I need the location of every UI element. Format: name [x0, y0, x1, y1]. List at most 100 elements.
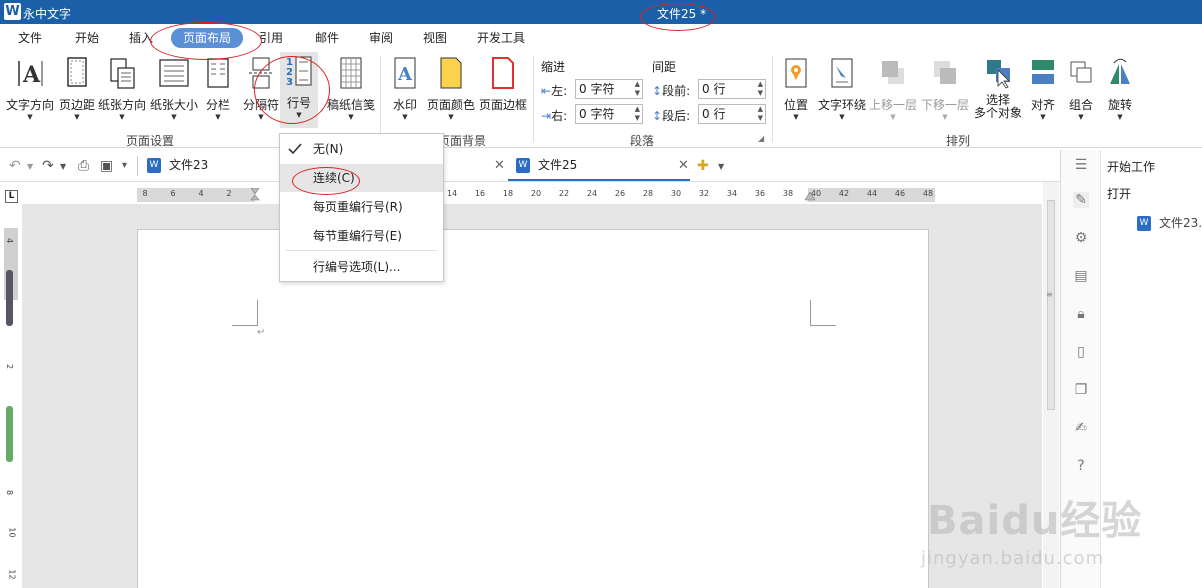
menu-item-label: 每节重编行号(E)	[313, 229, 402, 243]
watermark-icon: A	[391, 56, 419, 90]
save-icon[interactable]: ▣	[100, 158, 113, 174]
ruler-number: 2	[5, 363, 15, 370]
document-title: 文件25 *	[657, 7, 707, 21]
text-direction-button[interactable]: A 文字方向 ▼	[5, 54, 55, 124]
bring-forward-button[interactable]: 上移一层 ▼	[868, 54, 918, 124]
note-icon[interactable]: ✍	[1073, 420, 1089, 436]
tab-references[interactable]: 引用	[259, 28, 283, 48]
page-color-label: 页面颜色	[426, 98, 475, 112]
menu-item-none[interactable]: 无(N)	[280, 135, 443, 163]
tab-file[interactable]: 文件	[18, 28, 42, 48]
spinner-arrows-icon[interactable]: ▲ ▼	[635, 80, 640, 98]
group-divider	[533, 56, 534, 142]
redo-icon[interactable]: ↷	[42, 158, 54, 174]
vertical-margin-handle[interactable]	[6, 406, 13, 462]
tab-review[interactable]: 审阅	[369, 28, 393, 48]
tab-home[interactable]: 开始	[75, 28, 99, 48]
app-name: 永中文字	[23, 7, 72, 21]
doc-tab-25[interactable]: W 文件25	[508, 150, 690, 181]
chevron-down-icon[interactable]: ▼	[27, 162, 33, 171]
rotate-button[interactable]: 旋转 ▼	[1095, 54, 1145, 124]
tab-stop-selector[interactable]: L	[5, 190, 18, 203]
text-wrap-button[interactable]: 文字环绕 ▼	[817, 54, 867, 124]
top-right-crop-mark	[810, 300, 836, 326]
spinner-arrows-icon[interactable]: ▲ ▼	[758, 105, 763, 123]
space-after-input[interactable]: 0 行 ▲ ▼	[698, 104, 766, 124]
indent-left-input[interactable]: 0 字符 ▲ ▼	[575, 79, 643, 99]
menu-item-restart-each-page[interactable]: 每页重编行号(R)	[280, 193, 443, 221]
close-icon[interactable]: ✕	[678, 158, 689, 173]
scrollbar-thumb[interactable]	[1047, 200, 1055, 410]
doc-tab-label: 文件23	[169, 158, 209, 172]
ruler-number: 48	[922, 189, 934, 198]
menu-item-restart-each-section[interactable]: 每节重编行号(E)	[280, 222, 443, 250]
space-after-label: ↕段后:	[652, 109, 691, 123]
manuscript-button[interactable]: 稿纸信笺 ▼	[326, 54, 376, 124]
edit-icon[interactable]: ✎	[1073, 192, 1089, 208]
paper-size-button[interactable]: 纸张大小 ▼	[149, 54, 199, 124]
position-button[interactable]: 位置 ▼	[771, 54, 821, 124]
customize-toolbar-icon[interactable]: ▾	[122, 160, 127, 171]
tab-insert[interactable]: 插入	[129, 28, 153, 48]
open-section-label[interactable]: 打开	[1107, 185, 1131, 202]
ruler-number: 14	[446, 189, 458, 198]
close-icon[interactable]: ✕	[494, 158, 505, 173]
columns-button[interactable]: 分栏 ▼	[196, 54, 240, 124]
select-objects-icon	[984, 56, 1012, 90]
tab-developer[interactable]: 开发工具	[477, 28, 525, 48]
chevron-down-icon[interactable]: ▼	[60, 162, 66, 171]
orientation-button[interactable]: 纸张方向 ▼	[97, 54, 147, 124]
indent-right-input[interactable]: 0 字符 ▲ ▼	[575, 104, 643, 124]
send-backward-button[interactable]: 下移一层 ▼	[920, 54, 970, 124]
margins-button[interactable]: 页边距 ▼	[52, 54, 102, 124]
page-color-icon	[437, 56, 465, 90]
paper-size-icon	[158, 56, 190, 90]
chevron-down-icon[interactable]: ▼	[718, 162, 724, 171]
chevron-down-icon: ▼	[890, 113, 896, 121]
select-multiple-button[interactable]: 选择 多个对象	[972, 54, 1024, 124]
doc-tab-23[interactable]: W 文件23	[147, 150, 208, 181]
recent-file-item[interactable]: W 文件23.d	[1137, 214, 1202, 231]
undo-icon[interactable]: ↶	[9, 158, 21, 174]
space-before-input[interactable]: 0 行 ▲ ▼	[698, 79, 766, 99]
menu-icon[interactable]: ☰	[1073, 157, 1089, 173]
page-color-button[interactable]: 页面颜色 ▼	[426, 54, 476, 124]
horizontal-ruler[interactable]: 8 6 4 2 14 16 18 20 22 24 26 28 30 32 34…	[137, 188, 935, 202]
watermark-button[interactable]: A 水印 ▼	[380, 54, 430, 124]
copy-icon[interactable]: ❐	[1073, 382, 1089, 398]
right-indent-marker-icon[interactable]	[805, 192, 815, 202]
document-page[interactable]: ↵	[137, 229, 929, 588]
tab-mailings[interactable]: 邮件	[315, 28, 339, 48]
line-numbers-button[interactable]: 123 行号 ▼	[280, 52, 318, 128]
indent-title: 缩进	[541, 60, 566, 74]
quick-toolbar: ↶ ▼ ↷ ▼ ⎙ ▣ ▾ W 文件23 ✕ W 文件25 ✕ ✚ ▼	[0, 150, 1060, 182]
space-after-row: ↕段后: 0 行 ▲ ▼	[652, 104, 768, 124]
spinner-arrows-icon[interactable]: ▲ ▼	[635, 105, 640, 123]
clipboard-icon[interactable]: ▯	[1073, 344, 1089, 360]
task-pane-title: 开始工作	[1107, 160, 1156, 174]
vertical-ruler[interactable]: 4 2 2 4 6 8 10 12	[4, 228, 18, 588]
tab-page-layout[interactable]: 页面布局	[171, 28, 244, 48]
menu-item-line-numbering-options[interactable]: 行编号选项(L)...	[280, 253, 443, 281]
tab-view[interactable]: 视图	[423, 28, 447, 48]
new-document-icon[interactable]: ✚	[697, 158, 709, 174]
print-preview-icon[interactable]: ⎙	[78, 158, 89, 174]
lock-icon[interactable]: 🔒︎	[1073, 306, 1089, 322]
group-label-arrange: 排列	[946, 134, 971, 148]
indent-marker-icon[interactable]	[250, 188, 260, 202]
group-label-page-setup: 页面设置	[126, 134, 175, 148]
dialog-launcher-icon[interactable]: ◢	[758, 134, 764, 143]
settings-sliders-icon[interactable]: ⚙	[1073, 230, 1089, 246]
page-border-button[interactable]: 页面边框	[478, 54, 528, 124]
space-before-row: ↕段前: 0 行 ▲ ▼	[652, 79, 768, 99]
menu-item-continuous[interactable]: 连续(C)	[280, 164, 443, 192]
vertical-margin-handle[interactable]	[6, 270, 13, 326]
spinner-arrows-icon[interactable]: ▲ ▼	[758, 80, 763, 98]
breaks-button[interactable]: 分隔符 ▼	[236, 54, 286, 124]
ruler-number: 10	[7, 527, 17, 538]
ruler-number: 38	[782, 189, 794, 198]
rotate-label: 旋转	[1107, 98, 1132, 112]
send-backward-icon	[931, 56, 959, 90]
styles-icon[interactable]: ▤	[1073, 268, 1089, 284]
chevron-down-icon: ▼	[1117, 113, 1123, 121]
